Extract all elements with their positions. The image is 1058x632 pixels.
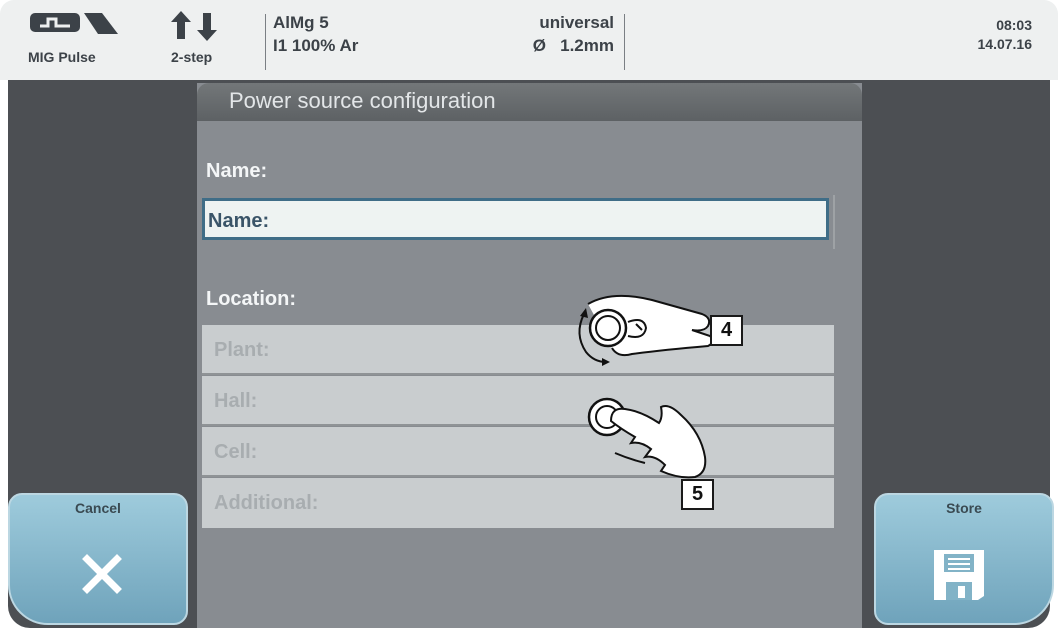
location-label: Location: [206,288,296,310]
store-button-label[interactable]: Store [874,500,1054,516]
scrollbar[interactable] [833,195,835,249]
name-input[interactable] [202,198,829,240]
process-label: MIG Pulse [28,49,96,65]
additional-field-label[interactable]: Additional: [214,492,318,515]
gas-value[interactable]: I1 100% Ar [273,36,358,56]
hall-field-label[interactable]: Hall: [214,390,257,413]
close-x-icon[interactable] [82,554,122,594]
clock-date: 14.07.16 [977,36,1033,52]
cancel-button-label[interactable]: Cancel [8,500,188,516]
plant-field-label[interactable]: Plant: [214,339,270,362]
dialog-title: Power source configuration [229,88,496,113]
callout-5: 5 [681,479,714,510]
hand-turning-knob-icon [578,294,714,366]
mig-pulse-wave-icon[interactable] [30,10,118,36]
hand-pressing-knob-icon [587,397,707,479]
cell-field[interactable] [202,427,834,477]
material-value[interactable]: AlMg 5 [273,13,329,33]
wire-diameter-value[interactable]: Ø 1.2mm [460,36,614,56]
name-input-value[interactable]: Name: [208,210,269,233]
hall-field[interactable] [202,376,834,426]
characteristic-value[interactable]: universal [460,13,614,33]
clock-time: 08:03 [996,17,1032,33]
mode-label: 2-step [171,49,213,65]
floppy-disk-icon[interactable] [932,548,986,602]
divider [265,14,266,70]
divider [624,14,625,70]
cell-field-label[interactable]: Cell: [214,441,257,464]
callout-4: 4 [710,315,743,346]
up-down-arrows-icon[interactable] [171,11,221,41]
name-label: Name: [206,160,268,182]
